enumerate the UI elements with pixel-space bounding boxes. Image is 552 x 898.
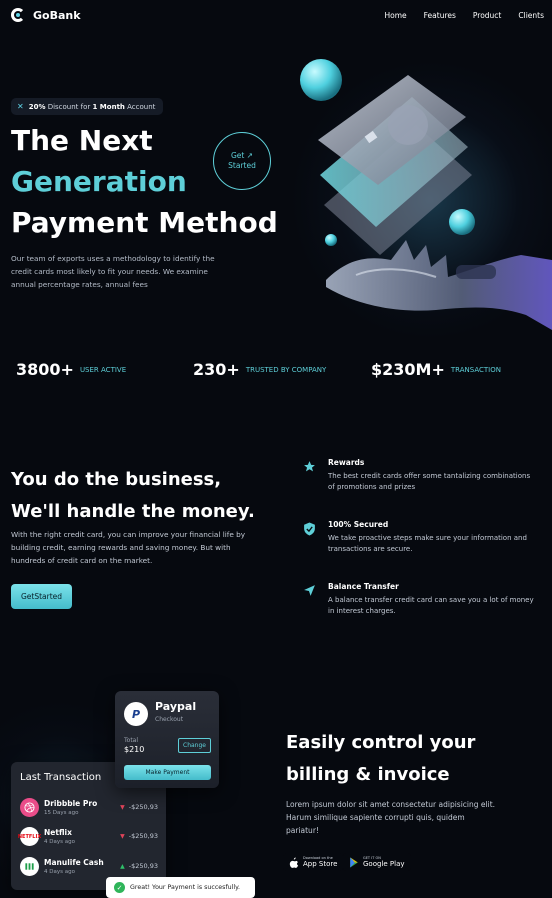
hero-title-line3: Payment Method [11, 206, 278, 239]
sphere-icon [300, 59, 342, 101]
promo-strong: 1 Month [92, 102, 125, 111]
transaction-row[interactable]: NETFLIX Netflix 4 Days ago ▼ -$250,93 [18, 827, 158, 849]
promo-mid: Discount for [45, 102, 93, 111]
make-payment-button[interactable]: Make Payment [124, 765, 211, 780]
stat-label: TRANSACTION [450, 365, 501, 374]
hero-title-line2: Generation [11, 165, 187, 198]
feature-text: A balance transfer credit card can save … [328, 596, 534, 615]
arrow-down-icon: ▼ [120, 832, 125, 840]
arrow-up-right-icon: ↗ [246, 151, 254, 160]
promo-badge: ✕ 20% Discount for 1 Month Account [11, 98, 164, 115]
stat-label: USER ACTIVE [79, 365, 127, 374]
stat-transactions: $230M+ TRANSACTION [371, 360, 501, 379]
netflix-icon: NETFLIX [18, 827, 41, 846]
star-icon [302, 458, 316, 493]
arrow-up-icon: ▲ [120, 862, 125, 870]
promo-text: 20% Discount for 1 Month Account [29, 103, 156, 111]
manulife-icon [20, 857, 39, 876]
stat-companies: 230+ TRUSTED BY COMPANY [193, 360, 326, 379]
paypal-checkout-card: P Paypal Checkout Total $210 Change Make… [115, 691, 219, 788]
brand-name: GoBank [33, 8, 81, 22]
transaction-name: Netflix [44, 828, 72, 837]
app-store-button[interactable]: Download on the App Store [283, 853, 344, 871]
nav-item-features[interactable]: Features [424, 11, 456, 20]
total-label: Total [124, 737, 139, 744]
feature-rewards: Rewards The best credit cards offer some… [302, 458, 538, 493]
payment-success-toast: ✓ Great! Your Payment is succesfully. [106, 877, 255, 898]
logo-icon [11, 8, 25, 22]
nav-item-home[interactable]: Home [384, 11, 406, 20]
transaction-row[interactable]: Manulife Cash 4 Days ago ▲ -$250,93 [20, 857, 158, 879]
stat-value: 230+ [193, 360, 240, 379]
main-nav: Home Features Product Clients [384, 11, 544, 20]
billing-title-line1: Easily control your [286, 732, 476, 753]
business-description: With the right credit card, you can impr… [11, 530, 246, 565]
stat-users: 3800+ USER ACTIVE [16, 360, 126, 379]
discount-icon: ✕ [17, 102, 24, 111]
toast-message: Great! Your Payment is succesfully. [130, 884, 240, 891]
transaction-name: Manulife Cash [44, 858, 104, 867]
promo-tail: Account [124, 102, 156, 111]
business-title-line2: We'll handle the money. [11, 501, 255, 522]
google-play-icon [350, 857, 358, 867]
transaction-name: Dribbble Pro [44, 799, 98, 808]
stat-value: 3800+ [16, 360, 74, 379]
nav-item-clients[interactable]: Clients [518, 11, 544, 20]
check-circle-icon: ✓ [114, 882, 125, 893]
paypal-title: Paypal [155, 700, 197, 713]
brand-logo[interactable]: GoBank [11, 8, 81, 22]
get-started-circle-button[interactable]: Get ↗ Started [213, 132, 271, 190]
hero-illustration [300, 59, 552, 330]
google-play-button[interactable]: GET IT ON Google Play [343, 853, 411, 871]
cta-line2: Started [228, 161, 256, 170]
transaction-amount: ▼ -$250,93 [120, 803, 158, 811]
feature-text: We take proactive steps make sure your i… [328, 534, 527, 553]
get-started-button[interactable]: GetStarted [11, 584, 72, 609]
transaction-row[interactable]: Dribbble Pro 15 Days ago ▼ -$250,93 [20, 798, 158, 820]
transaction-date: 4 Days ago [44, 839, 75, 845]
shield-icon [302, 520, 316, 555]
feature-secured: 100% Secured We take proactive steps mak… [302, 520, 538, 555]
business-title-line1: You do the business, [11, 469, 222, 490]
feature-text: The best credit cards offer some tantali… [328, 472, 531, 491]
last-transaction-title: Last Transaction [20, 772, 102, 783]
paypal-subtitle: Checkout [155, 716, 184, 723]
amount-value: -$250,93 [128, 862, 158, 870]
stat-value: $230M+ [371, 360, 445, 379]
arrow-down-icon: ▼ [120, 803, 125, 811]
feature-balance-transfer: Balance Transfer A balance transfer cred… [302, 582, 538, 617]
google-play-label: Google Play [363, 860, 405, 868]
apple-icon [289, 857, 299, 868]
paypal-icon: P [124, 702, 148, 726]
hero-title-line1: The Next [11, 124, 153, 157]
promo-percent: 20% [28, 102, 46, 111]
billing-title-line2: billing & invoice [286, 764, 450, 785]
dribbble-icon [20, 798, 39, 817]
feature-title: Rewards [328, 458, 365, 467]
stat-label: TRUSTED BY COMPANY [245, 365, 327, 374]
feature-title: 100% Secured [328, 520, 389, 529]
transaction-amount: ▲ -$250,93 [120, 862, 158, 870]
change-button[interactable]: Change [178, 738, 211, 753]
total-value: $210 [124, 745, 145, 754]
transaction-date: 4 Days ago [44, 869, 75, 875]
feature-title: Balance Transfer [328, 582, 399, 591]
amount-value: -$250,93 [128, 832, 158, 840]
cta-line1: Get [230, 151, 245, 160]
send-icon [302, 582, 316, 617]
app-store-label: App Store [303, 860, 338, 868]
billing-description: Lorem ipsum dolor sit amet consectetur a… [286, 800, 496, 835]
amount-value: -$250,93 [128, 803, 158, 811]
hero-description: Our team of exports uses a methodology t… [11, 254, 215, 289]
nav-item-product[interactable]: Product [473, 11, 501, 20]
transaction-amount: ▼ -$250,93 [120, 832, 158, 840]
transaction-date: 15 Days ago [44, 810, 79, 816]
